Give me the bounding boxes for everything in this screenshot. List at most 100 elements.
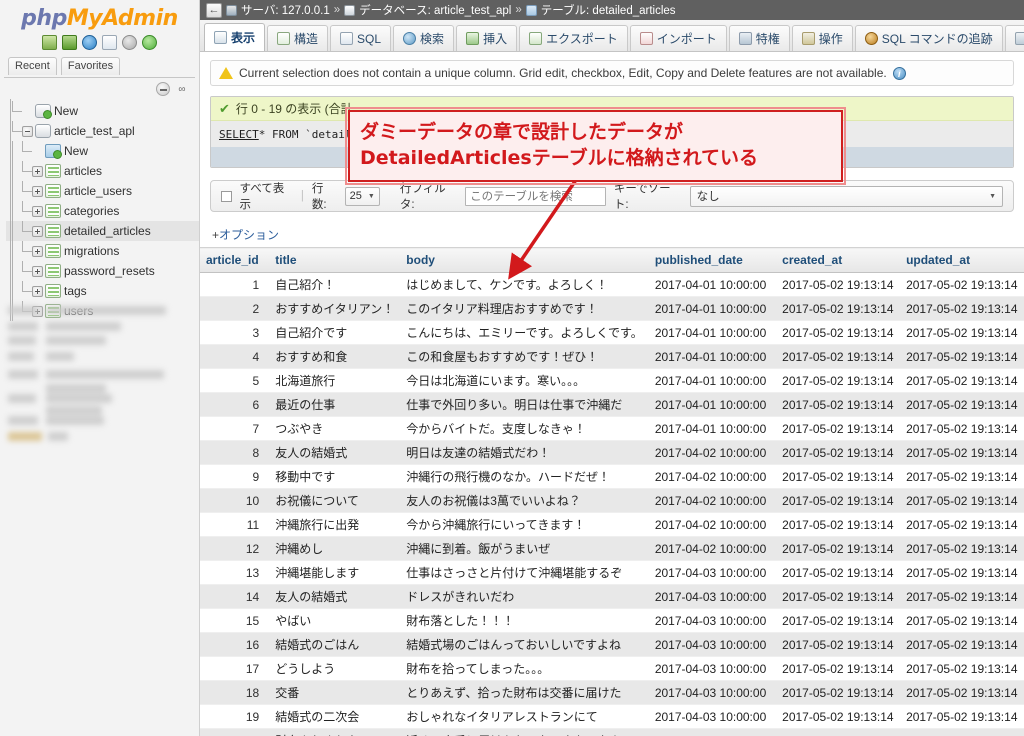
tab-triggers[interactable]: トリ: [1004, 25, 1024, 51]
home-icon[interactable]: [42, 35, 57, 50]
cell-created_at: 2017-05-02 19:13:14: [776, 464, 901, 489]
back-button[interactable]: ←: [206, 2, 222, 18]
table-row[interactable]: 10 お祝儀について 友人のお祝儀は3萬でいいよね？ 2017-04-02 10:00…: [200, 488, 1024, 513]
table-row[interactable]: 20財布ありました近くの交番に届けられてた。よかったあ2017-04-03 10…: [200, 728, 1024, 736]
cell-created_at: 2017-05-02 19:13:14: [776, 632, 901, 657]
cell-article_id: 5: [200, 368, 270, 393]
expand-icon[interactable]: [32, 225, 43, 237]
column-header-created_at[interactable]: created_at: [776, 247, 901, 273]
column-header-title[interactable]: title: [269, 247, 401, 273]
cell-published_date: 2017-04-01 10:00:00: [648, 320, 777, 345]
tree-link-icon[interactable]: ∞: [175, 82, 189, 96]
table-row[interactable]: 2 おすすめイタリアン！ このイタリア料理店おすすめです！ 2017-04-01 10…: [200, 296, 1024, 321]
table-row[interactable]: 6 最近の仕事 仕事で外回り多い。明日は仕事で沖縄だ 2017-04-01 10:00…: [200, 392, 1024, 417]
column-header-article_id[interactable]: article_id: [200, 247, 270, 273]
search-icon: [403, 32, 417, 45]
table-row[interactable]: 14 友人の結婚式 ドレスがきれいだわ 2017-04-03 10:00:00 2017…: [200, 584, 1024, 609]
column-header-updated_at[interactable]: updated_at: [900, 247, 1024, 273]
cell-body: 財布を拾ってしまった。。。: [400, 656, 649, 681]
cell-title: 沖縄旅行に出発: [269, 512, 401, 537]
table-row[interactable]: 17 どうしよう 財布を拾ってしまった。。。 2017-04-03 10:00:00 2…: [200, 656, 1024, 681]
expand-icon[interactable]: [32, 185, 43, 197]
tree-item-categories[interactable]: categories: [6, 201, 199, 221]
collapse-all-icon[interactable]: [156, 82, 170, 96]
tab-sql[interactable]: SQL: [330, 25, 392, 51]
tab-structure[interactable]: 構造: [267, 25, 329, 51]
table-row[interactable]: 16 結婚式のごはん 結婚式場のごはんっておいしいですよね 2017-04-03 10…: [200, 632, 1024, 657]
tab-insert[interactable]: 挿入: [456, 25, 518, 51]
table-row[interactable]: 11 沖縄旅行に出発 今から沖縄旅行にいってきます！ 2017-04-02 10:00…: [200, 512, 1024, 537]
tab-browse[interactable]: 表示: [204, 23, 266, 51]
table-row[interactable]: 5 北海道旅行 今日は北海道にいます。寒い。。。 2017-04-01 10:00:0…: [200, 368, 1024, 393]
sort-by-key-select[interactable]: なし ▼: [689, 185, 1003, 207]
tab-favorites[interactable]: Favorites: [60, 57, 121, 75]
cell-created_at: 2017-05-02 19:13:14: [776, 728, 901, 736]
breadcrumb-database[interactable]: データベース: article_test_apl: [359, 2, 511, 18]
table-row[interactable]: 7 つぶやき 今からバイトだ。支度しなきゃ！ 2017-04-01 10:00:00 2…: [200, 416, 1024, 441]
table-row[interactable]: 4 おすすめ和食 この和食屋もおすすめです！ぜひ！ 2017-04-01 10:00:…: [200, 344, 1024, 369]
cell-title: 財布ありました: [269, 728, 401, 736]
tree-elbow: [18, 181, 32, 201]
expand-icon[interactable]: [32, 245, 43, 257]
phpmyadmin-logo[interactable]: phpMyAdmin: [0, 0, 199, 33]
tree-item-migrations[interactable]: migrations: [6, 241, 199, 261]
cell-title: 結婚式の二次会: [269, 704, 401, 729]
refresh-icon[interactable]: [142, 35, 157, 50]
cell-title: おすすめイタリアン！: [269, 296, 401, 321]
notice-text: Current selection does not contain a uni…: [239, 66, 887, 80]
table-row[interactable]: 3 自己紹介です こんにちは、エミリーです。よろしくです。 2017-04-01 10…: [200, 320, 1024, 345]
expand-icon[interactable]: [32, 265, 43, 277]
cell-published_date: 2017-04-01 10:00:00: [648, 344, 777, 369]
tab-search[interactable]: 検索: [393, 25, 455, 51]
tree-item-label: detailed_articles: [64, 224, 151, 238]
show-all-checkbox[interactable]: [221, 190, 232, 202]
table-row[interactable]: 15 やばい 財布落とした！！！ 2017-04-03 10:00:00 2017-05…: [200, 608, 1024, 633]
tab-export[interactable]: エクスポート: [519, 25, 628, 51]
tree-item-tags[interactable]: tags: [6, 281, 199, 301]
tree-item-article-test-apl[interactable]: article_test_apl: [6, 121, 199, 141]
table-row[interactable]: 1 自己紹介！ はじめまして、ケンです。よろしく！ 2017-04-01 10:00:…: [200, 272, 1024, 297]
table-row[interactable]: 8 友人の結婚式 明日は友達の結婚式だわ！ 2017-04-02 10:00:00 20…: [200, 440, 1024, 465]
table-row[interactable]: 18 交番 とりあえず、拾った財布は交番に届けた 2017-04-03 10:00:0…: [200, 680, 1024, 705]
table-icon: [45, 244, 61, 258]
tab-operations[interactable]: 操作: [791, 25, 853, 51]
cell-article_id: 11: [200, 512, 270, 537]
expand-icon[interactable]: [32, 165, 43, 177]
column-header-published_date[interactable]: published_date: [648, 247, 777, 273]
tab-label: 構造: [294, 32, 319, 46]
logo-admin-text: Admin: [102, 6, 178, 31]
tree-item-new[interactable]: New: [6, 141, 199, 161]
breadcrumb-table[interactable]: テーブル: detailed_articles: [541, 2, 676, 18]
breadcrumb-server[interactable]: サーバ: 127.0.0.1: [241, 2, 330, 18]
tree-item-article-users[interactable]: article_users: [6, 181, 199, 201]
settings-icon[interactable]: [122, 35, 137, 50]
tree-item-articles[interactable]: articles: [6, 161, 199, 181]
table-row[interactable]: 19 結婚式の二次会 おしゃれなイタリアレストランにて 2017-04-03 10:0…: [200, 704, 1024, 729]
tab-import[interactable]: インポート: [629, 25, 727, 51]
tree-item-password-resets[interactable]: password_resets: [6, 261, 199, 281]
tree-indent: [8, 221, 18, 241]
tab-label: 検索: [420, 32, 445, 46]
table-row[interactable]: 13 沖縄堪能します 仕事はさっさと片付けて沖縄堪能するぞ 2017-04-03 10…: [200, 560, 1024, 585]
tree-item-detailed-articles[interactable]: detailed_articles: [6, 221, 199, 241]
tab-tracking[interactable]: SQL コマンドの追跡: [854, 25, 1003, 51]
table-row[interactable]: 9 移動中です 沖縄行の飛行機のなか。ハードだぜ！ 2017-04-02 10:00:…: [200, 464, 1024, 489]
rows-per-page-select[interactable]: 25 ▼: [344, 186, 380, 206]
info-icon[interactable]: i: [892, 66, 906, 80]
tab-privileges[interactable]: 特権: [728, 25, 790, 51]
cell-created_at: 2017-05-02 19:13:14: [776, 656, 901, 681]
redacted-sidebar-content: [6, 300, 196, 450]
options-toggle[interactable]: +オプション: [212, 226, 1024, 243]
exit-icon[interactable]: [62, 35, 77, 50]
table-row[interactable]: 12 沖縄めし 沖縄に到着。飯がうまいぜ 2017-04-02 10:00:00 201…: [200, 536, 1024, 561]
tree-item-new[interactable]: New: [6, 101, 199, 121]
tab-label: インポート: [656, 32, 717, 46]
help-icon[interactable]: [82, 35, 97, 50]
expand-icon[interactable]: [32, 285, 43, 297]
docs-icon[interactable]: [102, 35, 117, 50]
expand-icon[interactable]: [32, 205, 43, 217]
cell-title: 結婚式のごはん: [269, 632, 401, 657]
tree-item-label: article_users: [64, 184, 133, 198]
collapse-icon[interactable]: [22, 125, 33, 137]
tab-recent[interactable]: Recent: [8, 57, 57, 75]
